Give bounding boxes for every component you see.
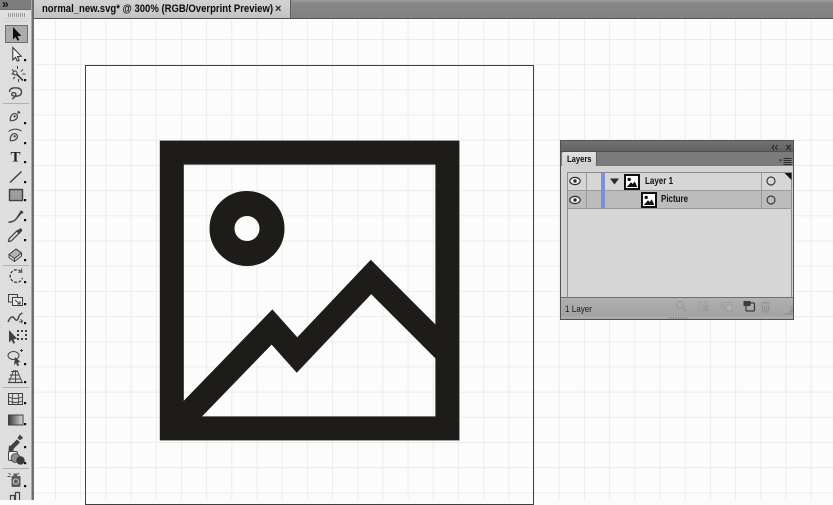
svg-text:T: T [10,150,20,166]
